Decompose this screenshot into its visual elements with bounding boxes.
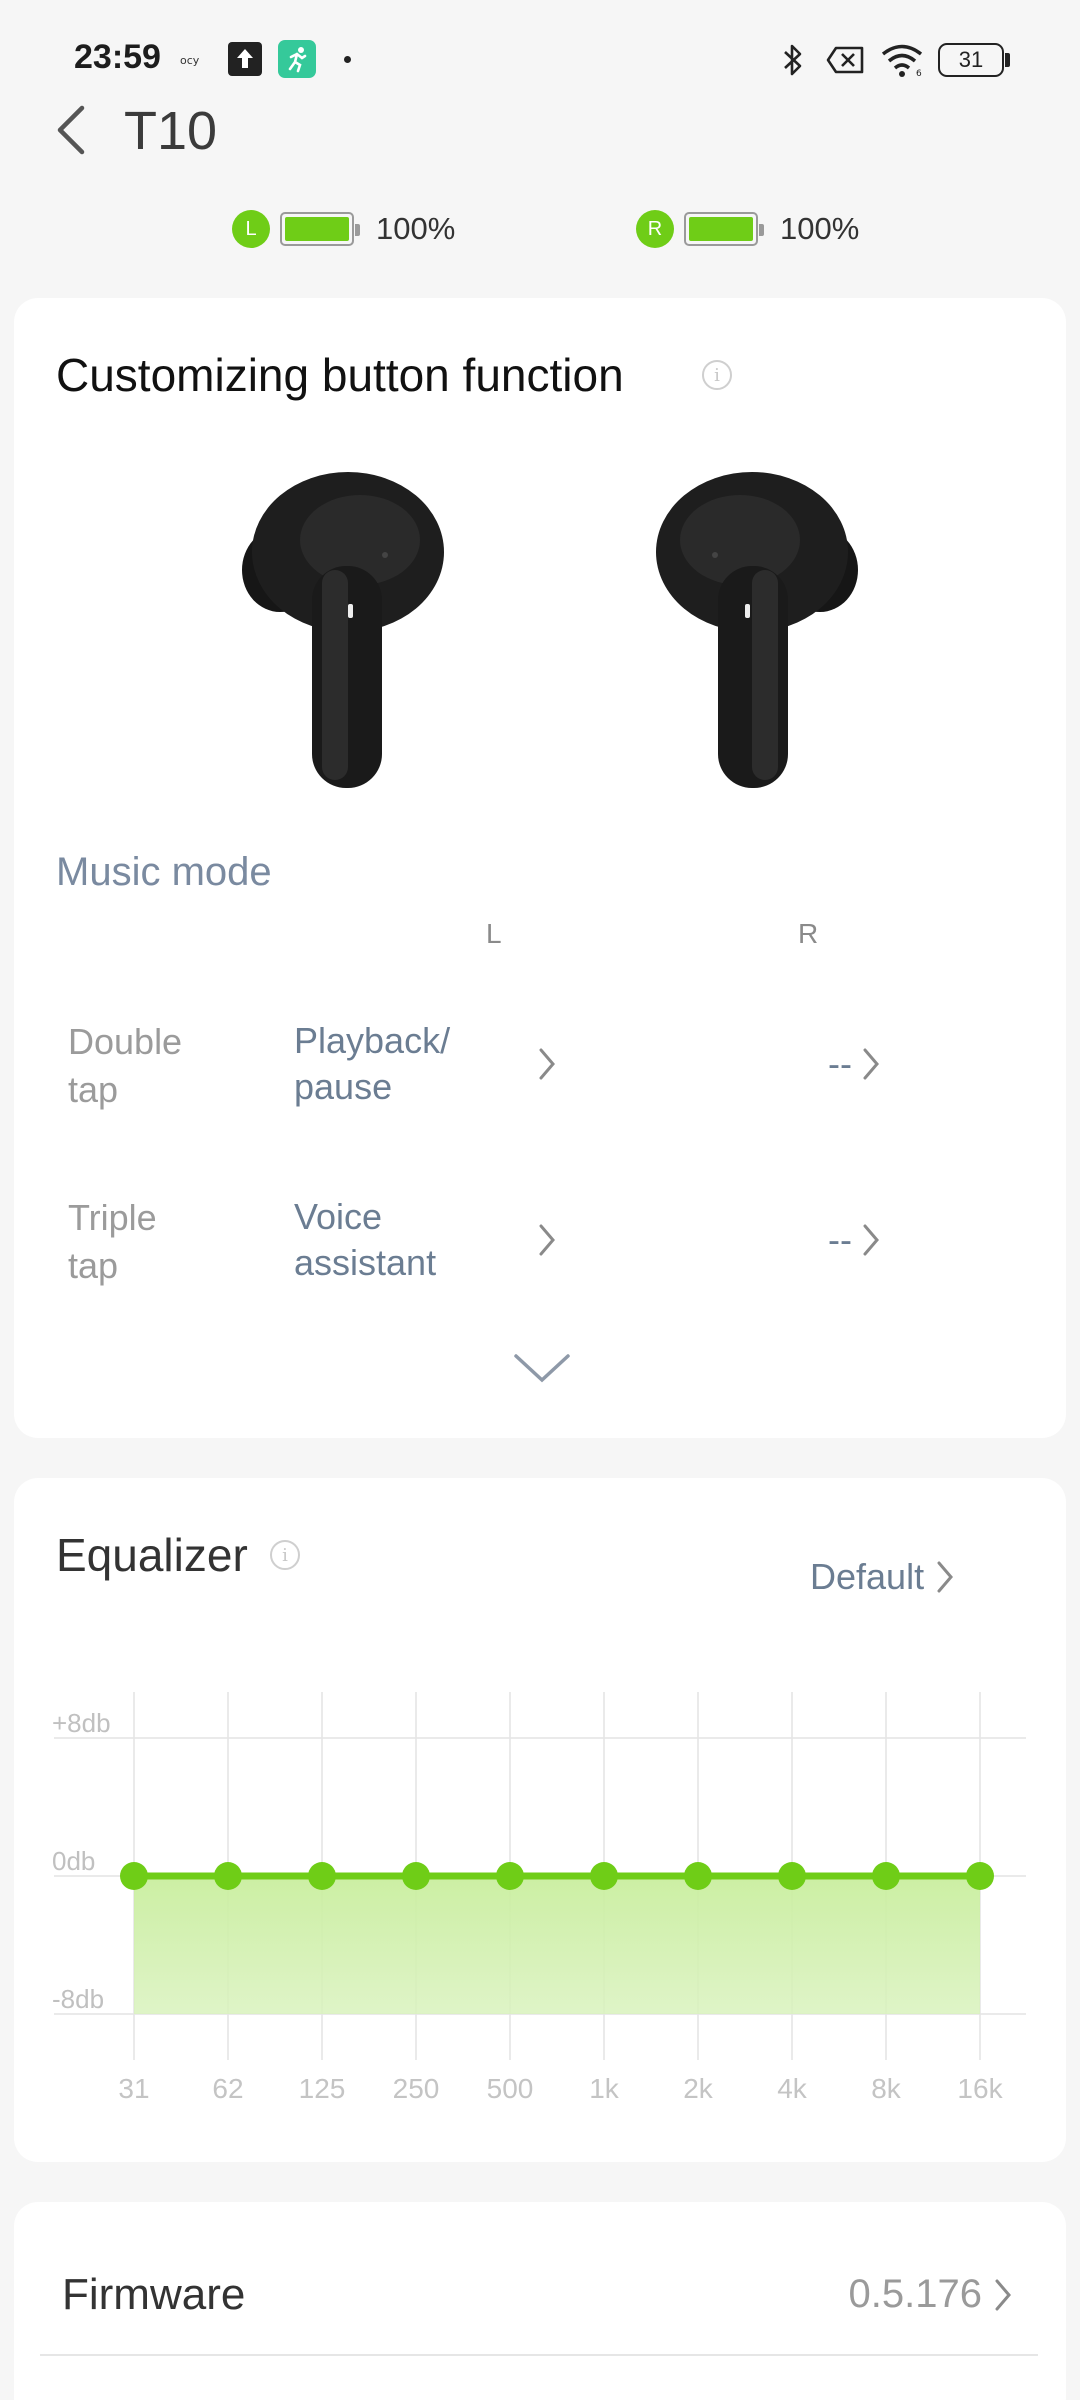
status-time: 23:59 [74,38,161,76]
triple-tap-left-value-line2: assistant [294,1242,437,1283]
column-left-header: L [486,918,502,949]
eq-y-tick-label: 0db [52,1846,95,1876]
equalizer-title: Equalizer [56,1529,248,1581]
column-right-header: R [798,918,819,949]
eq-band-point[interactable] [966,1862,994,1890]
eq-band-point[interactable] [872,1862,900,1890]
info-icon[interactable]: i [702,360,732,390]
no-sim-icon [826,44,866,76]
right-earbud-image [640,470,870,805]
right-battery-fill [689,217,753,241]
left-earbud-image [230,470,460,805]
divider [40,2354,1038,2356]
svg-text:6: 6 [916,69,922,78]
right-earbud-battery: R 100% [636,210,859,248]
wifi-icon: 6 [880,40,926,80]
eq-x-tick-label: 16k [957,2073,1003,2104]
triple-tap-left-selector[interactable]: Voice assistant [294,1194,574,1294]
triple-tap-right-value: -- [828,1219,852,1260]
double-tap-label-line1: Double [68,1021,183,1062]
firmware-row[interactable]: Firmware 0.5.176 [14,2202,1066,2352]
eq-x-tick-label: 250 [393,2073,440,2104]
equalizer-info-icon[interactable]: i [270,1540,300,1570]
double-tap-left-value-line1: Playback/ [294,1020,451,1061]
right-battery-text: 100% [780,211,860,246]
eq-x-tick-label: 125 [299,2073,346,2104]
eq-y-tick-label: +8db [52,1708,111,1738]
fitness-app-icon [278,40,316,78]
eq-band-point[interactable] [684,1862,712,1890]
equalizer-chart[interactable]: +8db 0db -8db 31 62 125 250 500 1k 2k 4k 8k 16k [0,1680,1080,2120]
firmware-version: 0.5.176 [848,2272,982,2316]
left-battery-icon [280,212,360,246]
double-tap-right-value: -- [828,1043,852,1084]
eq-x-tick-label: 1k [589,2073,620,2104]
left-battery-fill [285,217,349,241]
network-label-icon: ocy [180,50,212,70]
firmware-label: Firmware [62,2270,246,2319]
double-tap-left-value-line2: pause [294,1066,393,1107]
eq-band-point[interactable] [120,1862,148,1890]
upload-icon [228,42,262,76]
dot-icon [344,56,351,63]
eq-band-point[interactable] [590,1862,618,1890]
left-badge: L [232,210,270,248]
bluetooth-icon [778,40,808,80]
triple-tap-label-line1: Triple [68,1197,157,1238]
eq-x-tick-label: 4k [777,2073,808,2104]
page-title: T10 [124,101,218,161]
right-badge: R [636,210,674,248]
eq-fill-area [134,1876,980,2014]
battery-cap [1005,53,1010,67]
triple-tap-label: Triple tap [68,1194,157,1290]
eq-band-point[interactable] [496,1862,524,1890]
eq-band-point[interactable] [214,1862,242,1890]
triple-tap-right-selector[interactable]: -- [828,1219,918,1260]
eq-band-point[interactable] [778,1862,806,1890]
eq-band-point[interactable] [308,1862,336,1890]
chevron-right-icon [995,2279,1011,2310]
eq-x-tick-label: 8k [871,2073,902,2104]
button-card-title: Customizing button function [56,349,624,401]
triple-tap-left-value-line1: Voice [294,1196,383,1237]
chevron-right-icon [539,1048,555,1080]
equalizer-preset-value: Default [810,1556,925,1597]
right-battery-icon [684,212,764,246]
eq-x-tick-label: 31 [118,2073,149,2104]
chevron-right-icon [863,1048,879,1080]
chevron-right-icon [863,1224,879,1256]
triple-tap-label-line2: tap [68,1245,119,1286]
battery-icon: 31 [938,43,1004,77]
chevron-right-icon [937,1561,954,1593]
eq-x-tick-label: 2k [683,2073,714,2104]
eq-x-tick-label: 62 [212,2073,243,2104]
double-tap-label: Double tap [68,1018,182,1114]
eq-x-tick-label: 500 [487,2073,534,2104]
eq-band-point[interactable] [402,1862,430,1890]
left-battery-text: 100% [376,211,456,246]
double-tap-right-selector[interactable]: -- [828,1043,918,1084]
battery-level-text: 31 [958,47,984,72]
double-tap-left-selector[interactable]: Playback/ pause [294,1018,574,1118]
music-mode-label: Music mode [56,850,272,894]
double-tap-label-line2: tap [68,1069,119,1110]
back-button[interactable] [52,100,96,160]
expand-chevron-down-icon[interactable] [512,1350,572,1391]
eq-y-tick-label: -8db [52,1984,104,2014]
chevron-right-icon [539,1224,555,1256]
left-earbud-battery: L 100% [232,210,455,248]
svg-text:ocy: ocy [180,54,200,67]
equalizer-preset-selector[interactable]: Default [810,1556,956,1598]
